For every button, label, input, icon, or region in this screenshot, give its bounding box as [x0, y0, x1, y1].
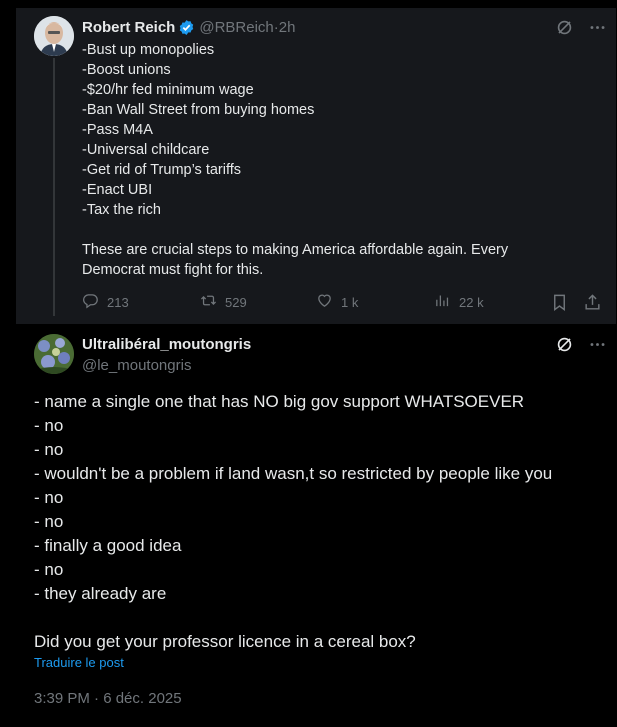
thread-line	[53, 58, 55, 316]
heart-icon	[316, 292, 333, 312]
reply-button[interactable]: 213	[82, 292, 200, 312]
author-name[interactable]: Robert Reich	[82, 19, 175, 36]
tweet-timestamp[interactable]: 3:39 PM · 6 déc. 2025	[34, 690, 182, 707]
repost-icon	[200, 292, 217, 312]
views-icon	[434, 292, 451, 312]
tweet-text: -Bust up monopolies -Boost unions -$20/h…	[82, 42, 509, 278]
tweet-actions-right	[550, 293, 602, 312]
bookmark-icon[interactable]	[550, 293, 569, 312]
translate-post-link[interactable]: Traduire le post	[34, 655, 124, 670]
like-button[interactable]: 1 k	[316, 292, 434, 312]
share-icon[interactable]	[583, 293, 602, 312]
repost-count: 529	[225, 294, 247, 310]
grok-icon[interactable]	[555, 335, 574, 354]
tweet-actions: 213 529 1 k 22 k	[82, 292, 604, 312]
more-icon[interactable]	[588, 335, 607, 354]
author-name[interactable]: Ultralibéral_moutongris	[82, 336, 251, 353]
more-icon[interactable]	[588, 18, 607, 37]
parent-author-row: Robert Reich @RBReich · 2h	[82, 19, 295, 36]
tweet-time[interactable]: 2h	[279, 19, 296, 36]
grok-icon[interactable]	[555, 18, 574, 37]
views-count: 22 k	[459, 294, 484, 310]
avatar[interactable]	[34, 16, 74, 56]
views-button[interactable]: 22 k	[434, 292, 550, 312]
like-count: 1 k	[341, 294, 359, 310]
author-handle[interactable]: @le_moutongris	[82, 357, 191, 374]
parent-top-actions	[555, 18, 607, 37]
avatar[interactable]	[34, 334, 74, 374]
reply-count: 213	[107, 294, 129, 310]
verified-badge-icon	[178, 19, 195, 36]
tweet-text: - name a single one that has NO big gov …	[34, 392, 553, 651]
reply-icon	[82, 292, 99, 312]
author-handle[interactable]: @RBReich	[199, 19, 273, 36]
reply-top-actions	[555, 335, 607, 354]
repost-button[interactable]: 529	[200, 292, 316, 312]
conversation-panel: Robert Reich @RBReich · 2h -Bust up mono…	[8, 0, 616, 727]
